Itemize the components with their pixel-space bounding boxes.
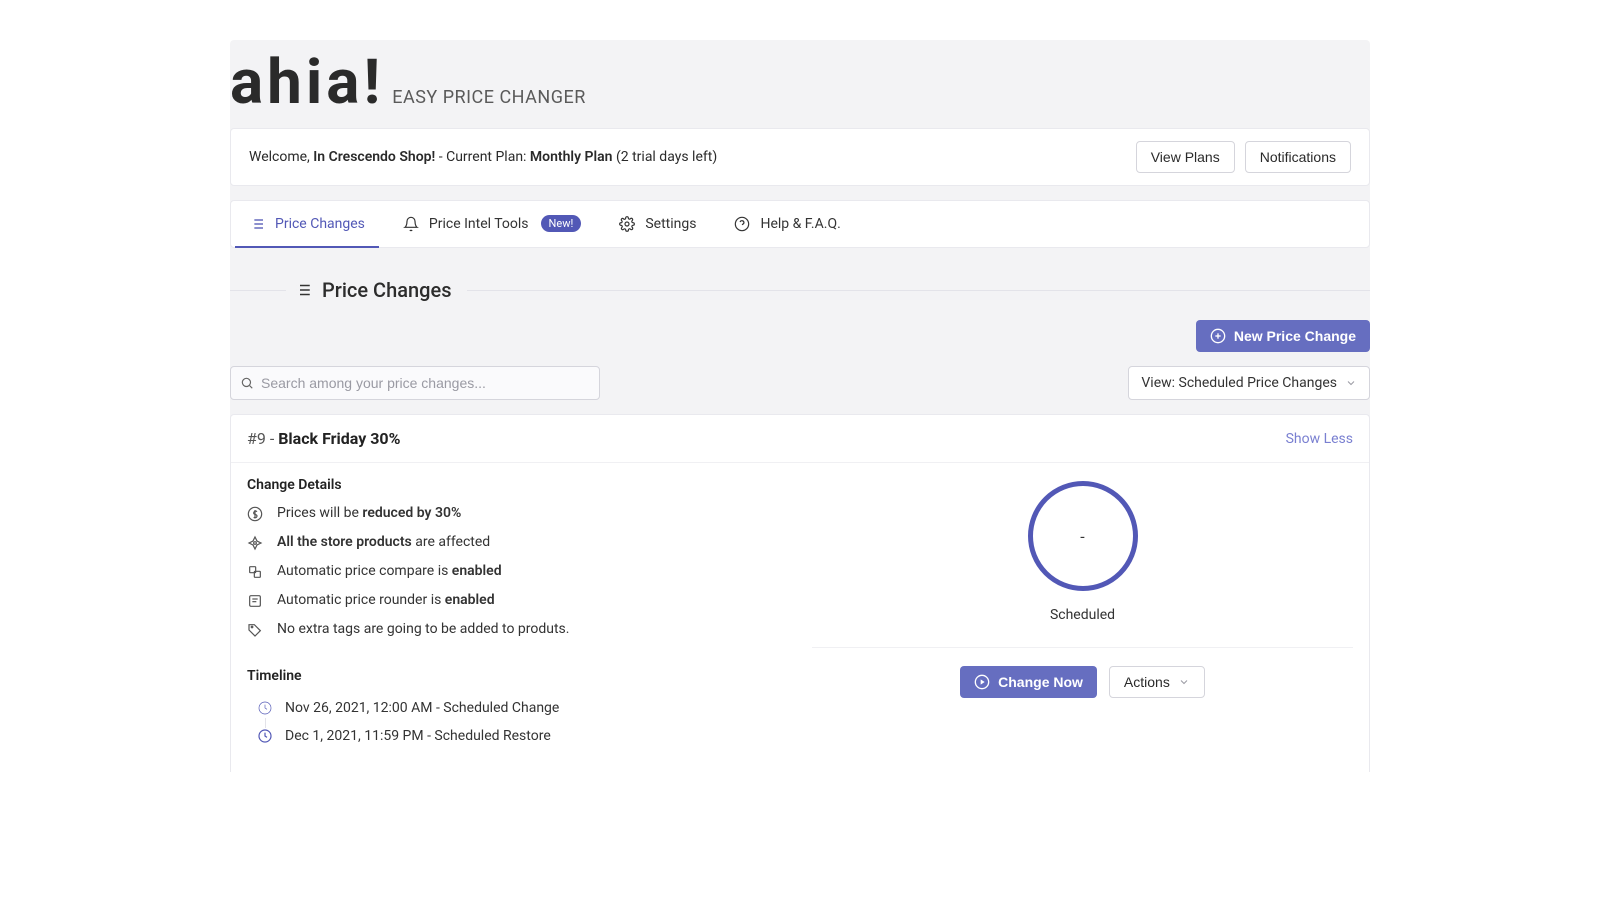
plan-label: - Current Plan:: [439, 149, 530, 165]
view-plans-button[interactable]: View Plans: [1136, 141, 1235, 173]
rounder-icon: [247, 593, 263, 609]
new-price-change-label: New Price Change: [1234, 328, 1356, 344]
plan-name: Monthly Plan: [530, 149, 613, 165]
shop-name: In Crescendo Shop!: [313, 149, 435, 165]
details-column: Change Details Prices will be reduced by…: [247, 477, 788, 754]
show-less-link[interactable]: Show Less: [1286, 431, 1353, 447]
chevron-down-icon: [1345, 377, 1357, 389]
timeline-text: Nov 26, 2021, 12:00 AM - Scheduled Chang…: [285, 700, 559, 716]
main-tabs: Price Changes Price Intel Tools New! Set…: [230, 200, 1370, 248]
tab-settings-label: Settings: [645, 216, 696, 232]
tab-price-changes[interactable]: Price Changes: [235, 201, 379, 248]
detail-row-tags: No extra tags are going to be added to p…: [247, 621, 788, 638]
section-heading: Price Changes: [230, 278, 1370, 302]
chevron-down-icon: [1178, 676, 1190, 688]
card-name: Black Friday 30%: [278, 429, 400, 448]
search-input[interactable]: [230, 366, 600, 400]
list-icon: [249, 216, 265, 232]
tab-settings[interactable]: Settings: [605, 201, 710, 248]
change-now-label: Change Now: [998, 674, 1083, 690]
help-icon: [734, 216, 750, 232]
notifications-button[interactable]: Notifications: [1245, 141, 1351, 173]
welcome-bar: Welcome, In Crescendo Shop! - Current Pl…: [230, 128, 1370, 186]
actions-dropdown-button[interactable]: Actions: [1109, 666, 1205, 698]
actions-label: Actions: [1124, 674, 1170, 690]
tab-price-changes-label: Price Changes: [275, 216, 365, 232]
detail-row-rounder: Automatic price rounder is enabled: [247, 592, 788, 609]
tab-intel-tools-label: Price Intel Tools: [429, 216, 529, 232]
section-title: Price Changes: [322, 278, 451, 302]
plus-circle-icon: [1210, 328, 1226, 344]
app-container: ahia! EASY PRICE CHANGER Welcome, In Cre…: [230, 40, 1370, 772]
card-title: #9 - Black Friday 30%: [247, 429, 400, 448]
change-now-button[interactable]: Change Now: [960, 666, 1097, 698]
status-column: - Scheduled Change Now Actions: [812, 477, 1353, 754]
view-filter-label: View: Scheduled Price Changes: [1141, 375, 1337, 391]
brand-header: ahia! EASY PRICE CHANGER: [230, 40, 1370, 128]
detail-row-price: Prices will be reduced by 30%: [247, 505, 788, 522]
price-change-card: #9 - Black Friday 30% Show Less Change D…: [230, 414, 1370, 772]
brand-title: ahia!: [230, 52, 384, 114]
timeline-item: Dec 1, 2021, 11:59 PM - Scheduled Restor…: [247, 726, 788, 754]
tab-intel-tools[interactable]: Price Intel Tools New!: [389, 201, 595, 248]
target-icon: [247, 535, 263, 551]
welcome-prefix: Welcome,: [249, 149, 313, 165]
search-wrap: [230, 366, 600, 400]
view-filter-select[interactable]: View: Scheduled Price Changes: [1128, 366, 1370, 400]
details-heading: Change Details: [247, 477, 788, 493]
card-id: #9 -: [247, 429, 278, 448]
timeline-text: Dec 1, 2021, 11:59 PM - Scheduled Restor…: [285, 728, 551, 744]
clock-icon: [257, 728, 273, 744]
search-icon: [240, 376, 254, 390]
timeline-item: Nov 26, 2021, 12:00 AM - Scheduled Chang…: [247, 698, 788, 726]
detail-row-compare: Automatic price compare is enabled: [247, 563, 788, 580]
timeline-heading: Timeline: [247, 668, 788, 684]
dollar-icon: [247, 506, 263, 522]
gear-icon: [619, 216, 635, 232]
status-label: Scheduled: [1050, 607, 1115, 623]
tab-help-label: Help & F.A.Q.: [760, 216, 840, 232]
bell-icon: [403, 216, 419, 232]
welcome-text: Welcome, In Crescendo Shop! - Current Pl…: [249, 149, 717, 165]
play-circle-icon: [974, 674, 990, 690]
timeline-section: Timeline Nov 26, 2021, 12:00 AM - Schedu…: [247, 668, 788, 754]
status-ring: -: [1028, 481, 1138, 591]
tab-help[interactable]: Help & F.A.Q.: [720, 201, 854, 248]
tag-icon: [247, 622, 263, 638]
status-ring-value: -: [1080, 527, 1084, 546]
new-price-change-button[interactable]: New Price Change: [1196, 320, 1370, 352]
detail-row-scope: All the store products are affected: [247, 534, 788, 551]
brand-subtitle: EASY PRICE CHANGER: [392, 87, 586, 108]
list-icon: [294, 281, 312, 299]
new-badge: New!: [541, 215, 582, 232]
trial-days: (2 trial days left): [616, 149, 717, 165]
clock-icon: [257, 700, 273, 716]
compare-icon: [247, 564, 263, 580]
